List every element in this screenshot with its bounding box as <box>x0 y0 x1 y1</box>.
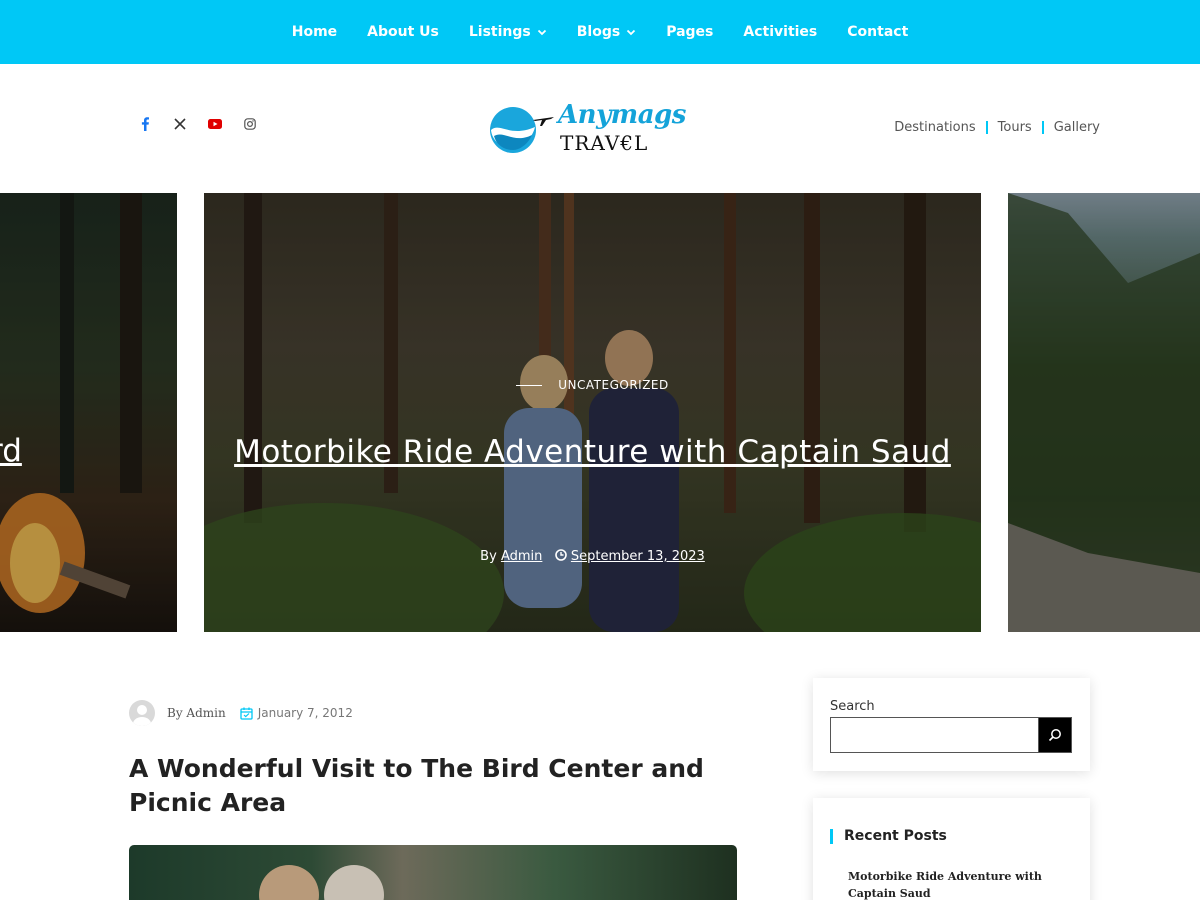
logo-wave-icon <box>490 107 554 153</box>
chevron-down-icon <box>627 29 636 36</box>
user-icon <box>133 705 151 726</box>
post-author[interactable]: By Admin <box>167 706 226 720</box>
search-icon <box>1048 729 1061 742</box>
site-logo[interactable]: Anymags TRAV€L <box>488 100 694 156</box>
nav-item-label: Pages <box>666 24 714 40</box>
nav-item-pages[interactable]: Pages <box>666 24 713 40</box>
slide-date-link[interactable]: September 13, 2023 <box>571 549 705 564</box>
nav-menu: Home About Us Listings Blogs Pages Activ… <box>0 0 1200 64</box>
social-links <box>137 116 258 132</box>
nav-item-label: Home <box>291 24 338 40</box>
quick-links: Destinations Tours Gallery <box>894 120 1100 135</box>
quick-link-gallery[interactable]: Gallery <box>1054 120 1100 135</box>
nav-item-label: Activities <box>743 24 818 40</box>
slide-next[interactable] <box>1008 193 1200 632</box>
instagram-icon[interactable] <box>242 116 258 132</box>
nav-item-label: Listings <box>468 24 531 40</box>
by-label: By <box>480 549 497 564</box>
facebook-icon[interactable] <box>137 116 153 132</box>
nav-item-activities[interactable]: Activities <box>743 24 817 40</box>
category-line <box>516 385 543 386</box>
nav-item-home[interactable]: Home <box>292 24 337 40</box>
site-header: Anymags TRAV€L Destinations Tours Galler… <box>0 64 1200 193</box>
search-label: Search <box>830 699 875 714</box>
divider <box>1041 121 1044 134</box>
post-title[interactable]: A Wonderful Visit to The Bird Center and… <box>129 752 749 820</box>
post-date-text: January 7, 2012 <box>257 706 353 720</box>
slide-current[interactable]: UNCATEGORIZED Motorbike Ride Adventure w… <box>204 193 981 632</box>
nav-item-label: About Us <box>367 24 439 40</box>
nav-item-label: Blogs <box>576 24 621 40</box>
post-date: January 7, 2012 <box>240 706 353 720</box>
chevron-down-icon <box>537 29 546 36</box>
search-button[interactable] <box>1038 717 1072 753</box>
nav-item-listings[interactable]: Listings <box>469 24 547 40</box>
search-input[interactable] <box>830 717 1038 753</box>
nav-item-contact[interactable]: Contact <box>847 24 908 40</box>
recent-post-link[interactable]: Motorbike Ride Adventure with Captain Sa… <box>848 868 1048 900</box>
slide-category[interactable]: UNCATEGORIZED <box>204 378 981 392</box>
nav-item-label: Contact <box>847 24 909 40</box>
quick-link-destinations[interactable]: Destinations <box>894 120 975 135</box>
logo-title: Anymags <box>558 100 686 130</box>
slide-author-link[interactable]: Admin <box>501 549 542 564</box>
avatar <box>129 700 155 726</box>
search-widget: Search <box>813 678 1090 771</box>
slide-meta: By Admin September 13, 2023 <box>204 549 981 564</box>
image-overlay <box>204 193 981 632</box>
image-overlay <box>0 193 177 632</box>
image-overlay <box>1008 193 1200 632</box>
quick-link-tours[interactable]: Tours <box>998 120 1032 135</box>
youtube-icon[interactable] <box>207 116 223 132</box>
divider <box>985 121 988 134</box>
category-label: UNCATEGORIZED <box>558 378 669 392</box>
nav-item-blogs[interactable]: Blogs <box>577 24 636 40</box>
recent-posts-heading: Recent Posts <box>830 828 947 844</box>
nav-item-about-us[interactable]: About Us <box>367 24 439 40</box>
previous-slide-title[interactable]: rd <box>0 433 22 469</box>
post-featured-image[interactable] <box>129 845 737 900</box>
logo-subtitle: TRAV€L <box>560 131 649 155</box>
calendar-icon <box>240 707 253 720</box>
x-icon[interactable] <box>172 116 188 132</box>
hero-slider: rd UNCATEGORIZED Motorbike Ride Adventur… <box>0 193 1200 632</box>
top-navigation: Home About Us Listings Blogs Pages Activ… <box>0 0 1200 64</box>
post-meta: By Admin January 7, 2012 <box>129 700 353 726</box>
slide-title[interactable]: Motorbike Ride Adventure with Captain Sa… <box>204 431 981 474</box>
recent-posts-heading-text: Recent Posts <box>844 828 947 844</box>
slide-previous[interactable]: rd <box>0 193 177 632</box>
recent-posts-widget: Recent Posts Motorbike Ride Adventure wi… <box>813 798 1090 900</box>
clock-icon <box>554 549 567 561</box>
post-image-art <box>259 865 384 900</box>
heading-accent-bar <box>830 828 833 844</box>
